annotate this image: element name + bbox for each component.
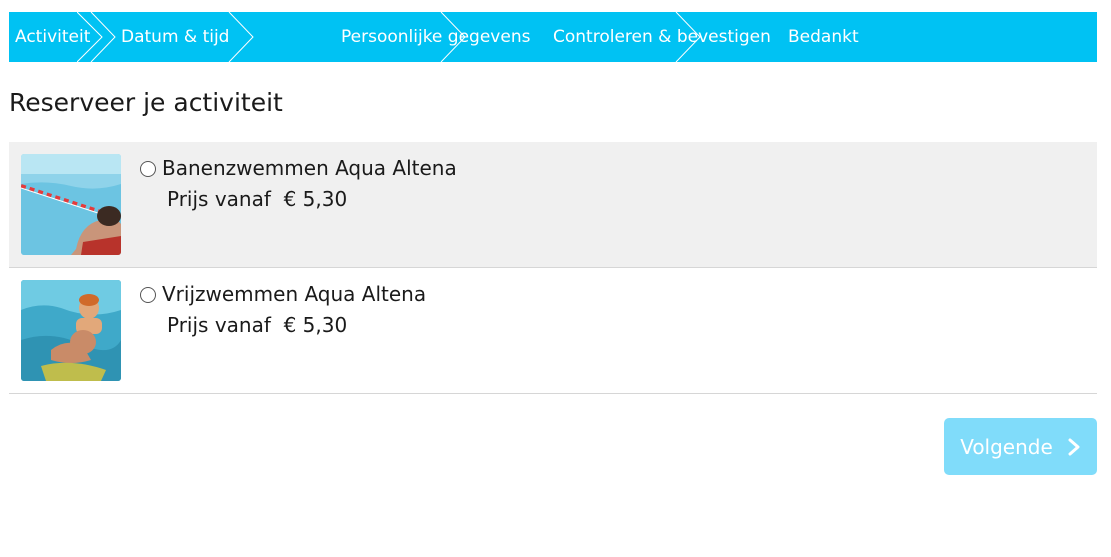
activity-price: Prijs vanaf € 5,30 [167, 187, 348, 211]
step-controleren-bevestigen[interactable]: Controleren & bevestigen [523, 12, 771, 62]
activity-option-vrijzwemmen[interactable]: Vrijzwemmen Aqua Altena Prijs vanaf € 5,… [9, 268, 1097, 394]
step-label: Bedankt [788, 27, 859, 47]
activity-name: Banenzwemmen Aqua Altena [162, 156, 457, 180]
activity-radio[interactable] [140, 161, 156, 177]
family-swimming-photo [21, 280, 121, 381]
step-label: Persoonlijke gegevens [341, 27, 531, 47]
activity-option-banenzwemmen[interactable]: Banenzwemmen Aqua Altena Prijs vanaf € 5… [9, 142, 1097, 268]
step-persoonlijke-gegevens[interactable]: Persoonlijke gegevens [311, 12, 530, 62]
activity-radio[interactable] [140, 287, 156, 303]
step-bedankt[interactable]: Bedankt [758, 12, 859, 62]
step-label: Datum & tijd [121, 27, 230, 47]
reservation-page: Activiteit Datum & tijd Persoonlijke geg… [9, 12, 1097, 475]
step-label: Controleren & bevestigen [553, 27, 771, 47]
lane-swimming-photo [21, 154, 121, 255]
page-title: Reserveer je activiteit [9, 88, 283, 117]
progress-steps-bar: Activiteit Datum & tijd Persoonlijke geg… [9, 12, 1097, 62]
activity-price: Prijs vanaf € 5,30 [167, 313, 348, 337]
next-button[interactable]: Volgende [944, 418, 1097, 475]
chevron-right-icon [1068, 438, 1080, 455]
step-activiteit[interactable]: Activiteit [9, 12, 103, 62]
activity-list: Banenzwemmen Aqua Altena Prijs vanaf € 5… [9, 142, 1097, 394]
activity-name: Vrijzwemmen Aqua Altena [162, 282, 427, 306]
step-datum-tijd[interactable]: Datum & tijd [91, 12, 311, 62]
next-button-label: Volgende [960, 434, 1053, 459]
